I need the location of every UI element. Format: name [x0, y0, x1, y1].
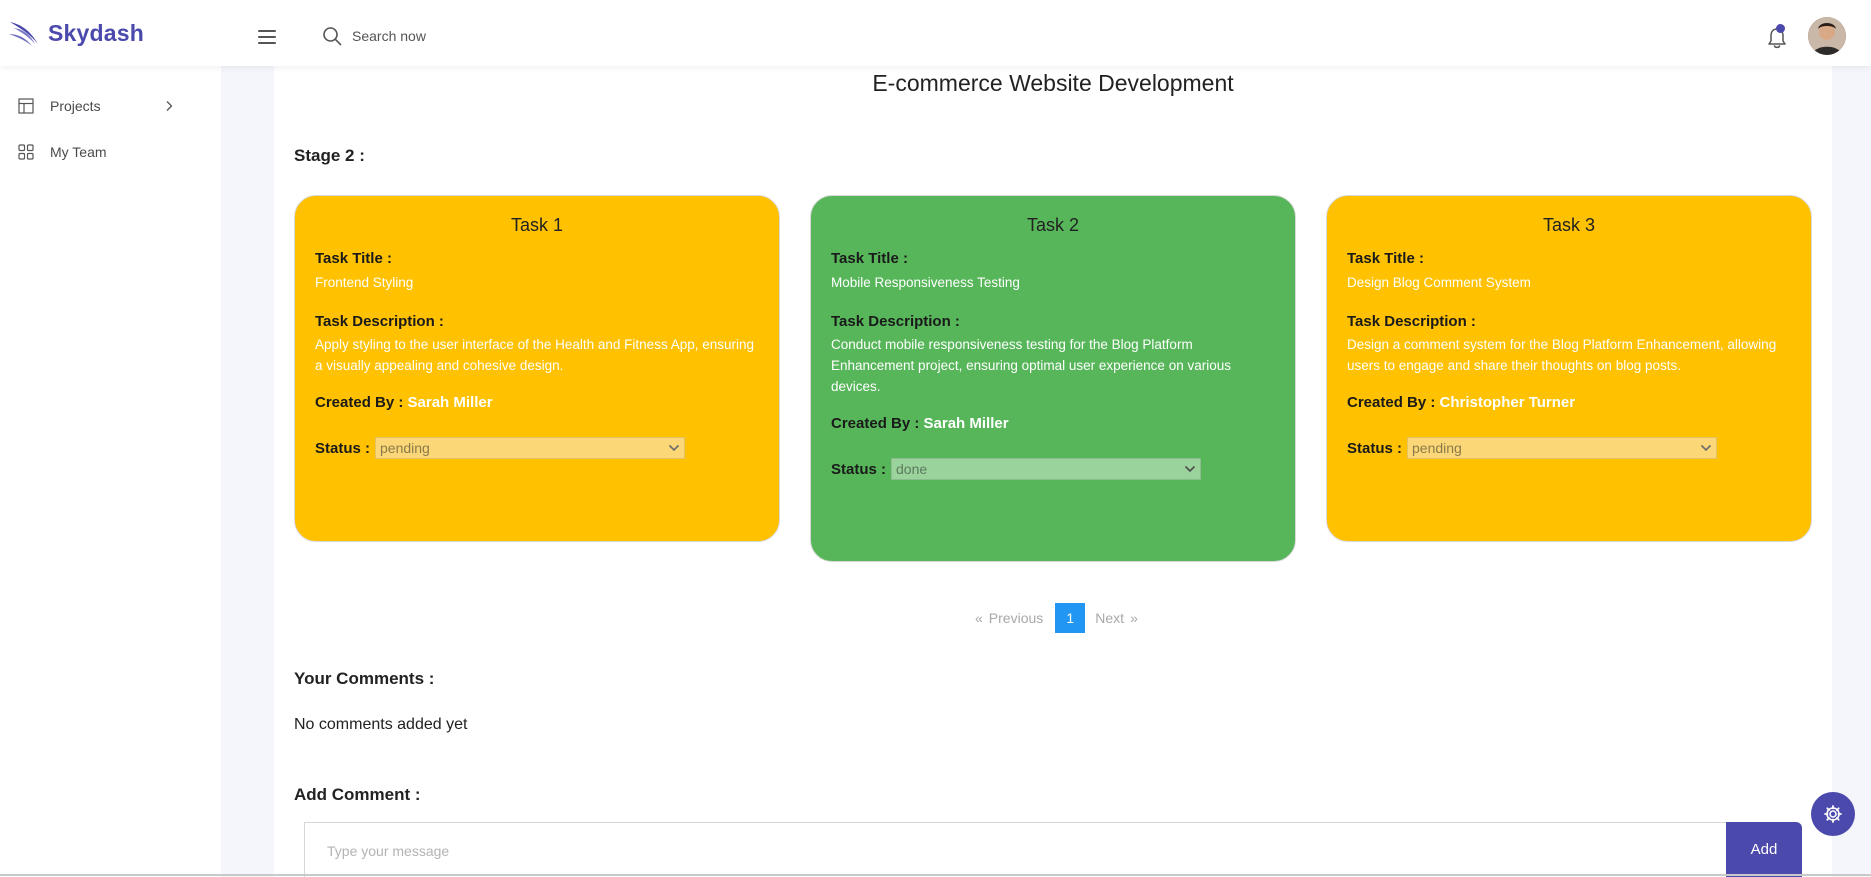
pagination-prev-arrow[interactable]: « [975, 610, 983, 626]
page-bottom-border [0, 874, 1871, 876]
skydash-logo-icon [9, 22, 38, 46]
pagination-next[interactable]: Next [1095, 610, 1124, 626]
user-avatar[interactable] [1808, 17, 1846, 55]
add-comment-button[interactable]: Add [1726, 822, 1802, 877]
created-by-row: Created By : Sarah Miller [831, 415, 1275, 432]
status-row: Status : pending [315, 437, 759, 459]
status-value: done [896, 461, 928, 477]
task-description-label: Task Description : [831, 313, 960, 330]
sidebar: Projects My Team [0, 66, 221, 877]
pagination: « Previous 1 Next » [975, 603, 1138, 633]
gear-icon [1824, 805, 1842, 823]
task-title-label: Task Title : [831, 250, 908, 267]
pagination-next-arrow[interactable]: » [1130, 610, 1138, 626]
task-title-label: Task Title : [1347, 250, 1424, 267]
status-select[interactable]: pending [375, 437, 686, 459]
status-label: Status : [315, 439, 371, 457]
status-value: pending [1412, 440, 1462, 456]
created-by-value: Christopher Turner [1439, 394, 1576, 411]
created-by-label: Created By : [315, 394, 404, 411]
chevron-down-icon [1700, 444, 1712, 452]
status-select[interactable]: pending [1407, 437, 1718, 459]
created-by-row: Created By : Sarah Miller [315, 394, 759, 411]
task-description-value: Design a comment system for the Blog Pla… [1347, 337, 1777, 373]
task-description-label: Task Description : [1347, 313, 1476, 330]
task-card: Task 1 Task Title : Frontend Styling Tas… [294, 195, 780, 542]
pagination-previous[interactable]: Previous [989, 610, 1043, 626]
layout-icon [18, 98, 34, 114]
status-label: Status : [1347, 439, 1403, 457]
page-title: E-commerce Website Development [872, 70, 1234, 96]
chevron-down-icon [1184, 465, 1196, 473]
search-icon [323, 27, 342, 46]
task-description-label: Task Description : [315, 313, 444, 330]
top-navbar: Skydash [0, 0, 1871, 66]
sidebar-item-projects[interactable]: Projects [18, 98, 101, 114]
task-title-value: Mobile Responsiveness Testing [831, 275, 1020, 290]
chevron-right-icon[interactable] [163, 100, 175, 112]
sidebar-item-label: Projects [50, 98, 101, 114]
task-heading: Task 1 [510, 215, 564, 235]
sidebar-item-label: My Team [50, 144, 107, 160]
add-comment-heading: Add Comment : [294, 785, 421, 804]
sidebar-item-my-team[interactable]: My Team [18, 144, 107, 160]
comment-input[interactable] [327, 843, 1706, 859]
task-description-value: Apply styling to the user interface of t… [315, 337, 755, 373]
task-title-value: Design Blog Comment System [1347, 275, 1531, 290]
stage-label: Stage 2 : [294, 146, 365, 165]
settings-fab[interactable] [1811, 792, 1855, 836]
pagination-page-1[interactable]: 1 [1055, 603, 1086, 633]
grid-icon [18, 144, 34, 160]
created-by-label: Created By : [831, 415, 920, 432]
avatar-image [1808, 17, 1846, 55]
task-description-value: Conduct mobile responsiveness testing fo… [831, 337, 1231, 394]
task-heading: Task 2 [1026, 215, 1080, 235]
status-value: pending [380, 440, 430, 456]
your-comments-heading: Your Comments : [294, 669, 435, 688]
created-by-value: Sarah Miller [407, 394, 493, 411]
brand-name: Skydash [48, 19, 145, 46]
search-input[interactable] [352, 28, 652, 44]
menu-toggle-icon[interactable] [258, 30, 278, 44]
task-title-label: Task Title : [315, 250, 392, 267]
task-card: Task 3 Task Title : Design Blog Comment … [1326, 195, 1812, 542]
created-by-value: Sarah Miller [923, 415, 1009, 432]
task-card: Task 2 Task Title : Mobile Responsivenes… [810, 195, 1296, 562]
brand-logo[interactable]: Skydash [8, 16, 144, 50]
notification-dot [1776, 24, 1785, 33]
created-by-label: Created By : [1347, 394, 1436, 411]
search-bar [322, 26, 652, 46]
chevron-down-icon [668, 444, 680, 452]
task-title-value: Frontend Styling [315, 275, 414, 290]
status-label: Status : [831, 460, 887, 478]
status-row: Status : pending [1347, 437, 1791, 459]
task-heading: Task 3 [1542, 215, 1596, 235]
status-row: Status : done [831, 458, 1275, 480]
empty-comments-text: No comments added yet [294, 716, 468, 733]
comment-input-wrapper [304, 822, 1728, 877]
created-by-row: Created By : Christopher Turner [1347, 394, 1791, 411]
status-select[interactable]: done [891, 458, 1202, 480]
